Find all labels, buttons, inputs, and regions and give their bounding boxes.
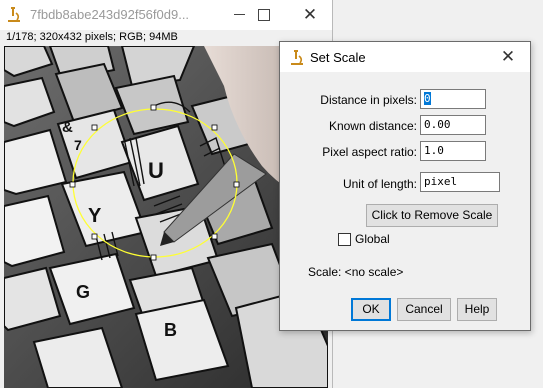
scale-status: Scale: <no scale> [308, 265, 404, 279]
dialog-title: Set Scale [310, 50, 366, 65]
cancel-button[interactable]: Cancel [397, 298, 451, 321]
selection-handle[interactable] [91, 124, 98, 131]
image-window-titlebar[interactable]: 7fbdb8abe243d92f56f0d9... ✕ [0, 0, 332, 30]
aspect-ratio-field[interactable]: 1.0 [420, 141, 486, 161]
ok-button[interactable]: OK [351, 298, 391, 321]
key-u: U [148, 158, 164, 183]
known-distance-field[interactable]: 0.00 [420, 115, 486, 135]
set-scale-dialog: Set Scale ✕ Distance in pixels: 0 Known … [279, 41, 531, 331]
global-label: Global [355, 232, 390, 246]
unit-length-field[interactable]: pixel [420, 172, 500, 192]
key-g: G [76, 282, 90, 302]
selection-handle[interactable] [211, 233, 218, 240]
image-window-title: 7fbdb8abe243d92f56f0d9... [30, 7, 190, 22]
microscope-icon [289, 49, 305, 67]
selection-handle[interactable] [150, 254, 157, 261]
image-info: 1/178; 320x432 pixels; RGB; 94MB [6, 31, 178, 43]
known-distance-label: Known distance: [328, 119, 417, 133]
distance-pixels-value: 0 [424, 92, 431, 105]
dialog-close-button[interactable]: ✕ [486, 42, 530, 72]
close-icon: ✕ [500, 47, 516, 66]
distance-pixels-field[interactable]: 0 [420, 89, 486, 109]
selection-handle[interactable] [150, 104, 157, 111]
key-b: B [164, 320, 177, 340]
selection-handle[interactable] [211, 124, 218, 131]
close-icon: ✕ [302, 5, 318, 24]
help-button[interactable]: Help [457, 298, 497, 321]
selection-handle[interactable] [233, 181, 240, 188]
maximize-icon [258, 9, 270, 21]
key-y: Y [88, 205, 102, 227]
close-button[interactable]: ✕ [288, 0, 332, 30]
distance-pixels-label: Distance in pixels: [320, 93, 417, 107]
unit-length-label: Unit of length: [342, 177, 417, 191]
remove-scale-button[interactable]: Click to Remove Scale [366, 204, 498, 227]
selection-handle[interactable] [69, 181, 76, 188]
microscope-icon [6, 6, 22, 24]
key-ampersand: & [62, 119, 73, 136]
aspect-ratio-label: Pixel aspect ratio: [322, 145, 417, 159]
selection-handle[interactable] [91, 233, 98, 240]
global-checkbox[interactable] [338, 233, 351, 246]
dialog-titlebar[interactable]: Set Scale ✕ [280, 42, 530, 72]
maximize-button[interactable] [244, 0, 288, 30]
